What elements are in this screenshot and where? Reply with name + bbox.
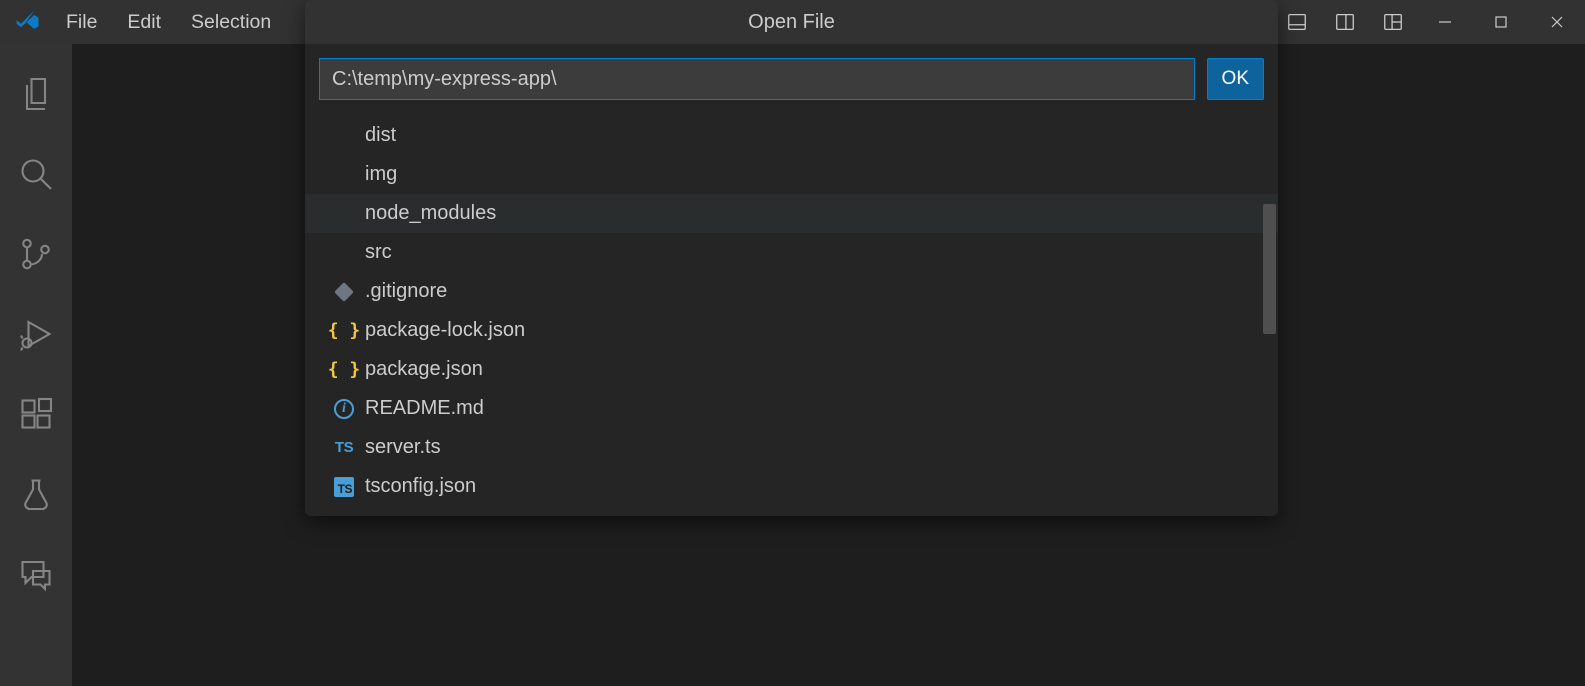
menu-bar: File Edit Selection xyxy=(52,0,285,44)
open-file-file-item[interactable]: TS server.ts xyxy=(305,428,1278,467)
open-file-folder-item[interactable]: img xyxy=(305,155,1278,194)
open-file-file-item[interactable]: .gitignore xyxy=(305,272,1278,311)
menu-file[interactable]: File xyxy=(52,0,111,44)
open-file-item-label: package.json xyxy=(365,358,483,381)
open-file-input-row: OK xyxy=(305,44,1278,112)
layout-customize-icon[interactable] xyxy=(1369,0,1417,44)
open-file-path-input[interactable] xyxy=(319,58,1195,100)
open-file-item-label: src xyxy=(365,241,392,264)
open-file-list: dist img node_modulessrc .gitignore { } packa… xyxy=(305,112,1278,516)
typescript-file-icon: TS xyxy=(333,437,355,459)
window-maximize-button[interactable] xyxy=(1473,0,1529,44)
blank-icon xyxy=(333,164,355,186)
menu-edit-label: Edit xyxy=(127,11,161,34)
open-file-dialog: Open File OK dist img node_modulessrc .giti… xyxy=(305,0,1278,516)
open-file-file-item[interactable]: TS tsconfig.json xyxy=(305,467,1278,506)
open-file-item-label: dist xyxy=(365,124,396,147)
window-minimize-button[interactable] xyxy=(1417,0,1473,44)
open-file-file-item[interactable]: { } package.json xyxy=(305,350,1278,389)
layout-sidebar-icon[interactable] xyxy=(1321,0,1369,44)
info-file-icon: i xyxy=(333,398,355,420)
activity-source-control-icon[interactable] xyxy=(0,218,72,290)
open-file-item-label: img xyxy=(365,163,397,186)
open-file-item-label: package-lock.json xyxy=(365,319,525,342)
open-file-folder-item[interactable]: src xyxy=(305,233,1278,272)
activity-bar xyxy=(0,44,72,686)
tsconfig-file-icon: TS xyxy=(333,476,355,498)
vscode-logo-icon xyxy=(14,8,42,36)
open-file-item-label: node_modules xyxy=(365,202,496,225)
open-file-folder-item[interactable]: node_modules xyxy=(305,194,1278,233)
open-file-item-label: README.md xyxy=(365,397,484,420)
open-file-file-item[interactable]: i README.md xyxy=(305,389,1278,428)
menu-file-label: File xyxy=(66,11,97,34)
blank-icon xyxy=(333,242,355,264)
open-file-scrollbar[interactable] xyxy=(1263,204,1276,334)
gitignore-file-icon xyxy=(333,281,355,303)
layout-panel-icon[interactable] xyxy=(1273,0,1321,44)
activity-run-debug-icon[interactable] xyxy=(0,298,72,370)
menu-selection[interactable]: Selection xyxy=(177,0,285,44)
activity-feedback-icon[interactable] xyxy=(0,538,72,610)
open-file-title: Open File xyxy=(305,0,1278,44)
menu-edit[interactable]: Edit xyxy=(113,0,175,44)
activity-search-icon[interactable] xyxy=(0,138,72,210)
open-file-item-label: server.ts xyxy=(365,436,441,459)
json-file-icon: { } xyxy=(333,320,355,342)
activity-explorer-icon[interactable] xyxy=(0,58,72,130)
titlebar-right xyxy=(1273,0,1585,44)
menu-selection-label: Selection xyxy=(191,11,271,34)
window-close-button[interactable] xyxy=(1529,0,1585,44)
json-file-icon: { } xyxy=(333,359,355,381)
open-file-folder-item[interactable]: dist xyxy=(305,116,1278,155)
open-file-ok-button[interactable]: OK xyxy=(1207,58,1264,100)
blank-icon xyxy=(333,203,355,225)
open-file-item-label: .gitignore xyxy=(365,280,447,303)
open-file-file-item[interactable]: { } package-lock.json xyxy=(305,311,1278,350)
activity-testing-icon[interactable] xyxy=(0,458,72,530)
activity-extensions-icon[interactable] xyxy=(0,378,72,450)
blank-icon xyxy=(333,125,355,147)
open-file-item-label: tsconfig.json xyxy=(365,475,476,498)
